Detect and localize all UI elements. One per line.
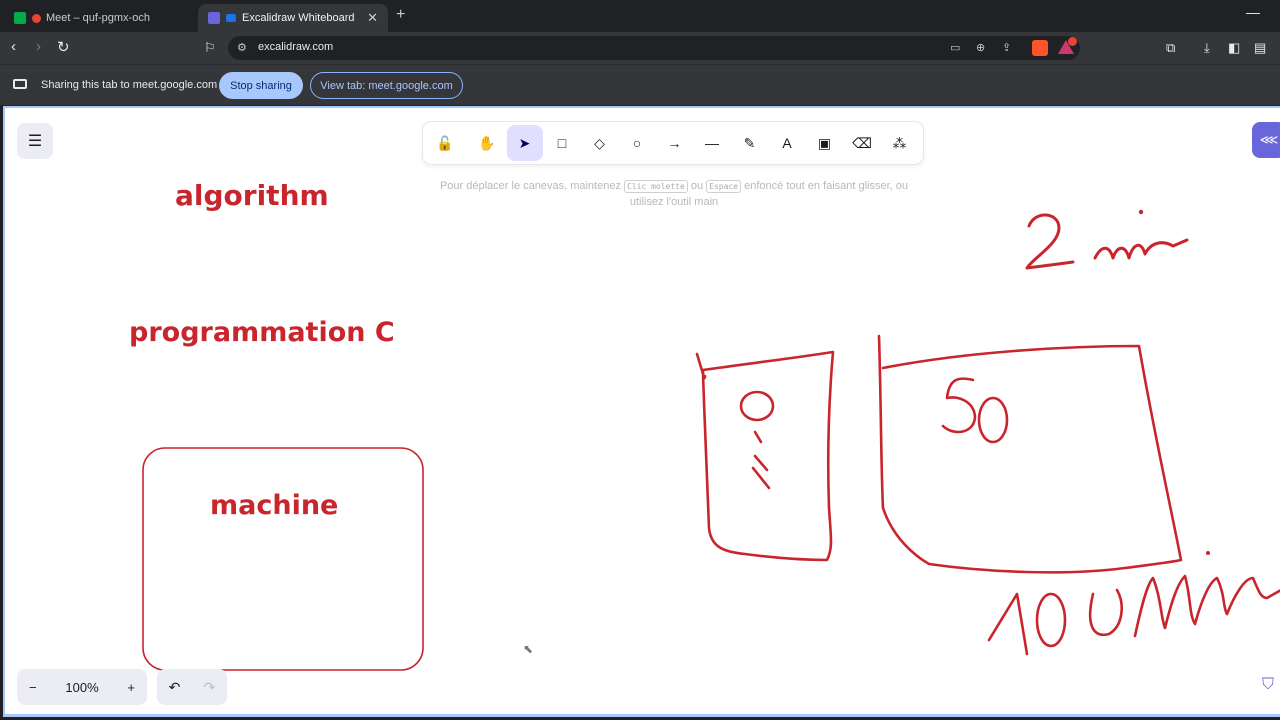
main-menu-button[interactable]: ☰ xyxy=(17,123,53,159)
sharing-indicator-icon xyxy=(226,14,236,22)
zoom-controls: − 100% + xyxy=(17,669,147,705)
mouse-cursor-icon: ⬉ xyxy=(523,642,534,656)
new-tab-button[interactable]: + xyxy=(396,6,405,24)
tab-excalidraw[interactable]: Excalidraw Whiteboard ✕ xyxy=(198,4,388,32)
tool-draw[interactable]: ✎ xyxy=(732,125,768,161)
square-icon: □ xyxy=(557,135,567,151)
left-shape xyxy=(695,350,835,562)
tab-title: Meet – quf-pgmx-och xyxy=(46,12,150,24)
canvas-hint: Pour déplacer le canevas, maintenez Clic… xyxy=(425,178,923,210)
zoom-in-button[interactable]: + xyxy=(127,680,135,695)
reload-button[interactable]: ↻ xyxy=(57,38,70,56)
machine-box xyxy=(142,447,424,671)
screen-share-icon xyxy=(13,79,27,89)
hand-icon: ✋ xyxy=(478,134,496,151)
share-icon: ⋘ xyxy=(1259,132,1279,147)
collaborate-button[interactable]: ⋘ xyxy=(1252,122,1280,158)
tool-lock[interactable]: 🔓 xyxy=(427,125,463,161)
handwriting-0b xyxy=(1088,588,1123,637)
tab-strip: Meet – quf-pgmx-och Excalidraw Whiteboar… xyxy=(0,0,1280,32)
undo-redo-controls: ↶ ↷ xyxy=(157,669,227,705)
recording-icon xyxy=(32,13,41,23)
handwriting-0a xyxy=(1035,592,1067,648)
zoom-out-button[interactable]: − xyxy=(29,680,37,695)
hint-key-space: Espace xyxy=(706,180,742,193)
brave-shields-icon[interactable] xyxy=(1032,40,1048,56)
shape-toolbar: 🔓 ✋ ➤ □ ◇ ○ → — ✎ A ▣ ⌫ ⁂ xyxy=(423,122,923,164)
forward-button[interactable]: › xyxy=(36,38,41,55)
handwriting-mi xyxy=(1093,238,1189,260)
diamond-icon: ◇ xyxy=(594,134,605,151)
tool-rectangle[interactable]: □ xyxy=(544,125,580,161)
address-bar[interactable]: ⚙ excalidraw.com ▭ ⊕ ⇪ xyxy=(228,36,1080,60)
pointer-icon: ➤ xyxy=(518,134,531,151)
tab-sharing-bar: Sharing this tab to meet.google.com Stop… xyxy=(0,64,1280,105)
cast-icon[interactable]: ▭ xyxy=(950,41,960,54)
handwriting-dot2 xyxy=(1206,551,1210,555)
pencil-icon: ✎ xyxy=(743,134,756,151)
download-icon[interactable]: ⤓ xyxy=(1204,40,1210,56)
browser-toolbar: ‹ › ↻ ⚐ ⚙ excalidraw.com ▭ ⊕ ⇪ ⧉ ⤓ ◧ ▤ xyxy=(0,32,1280,64)
hint-text: ou xyxy=(687,180,707,192)
tool-extra-tools[interactable]: ⁂ xyxy=(882,125,918,161)
line-icon: — xyxy=(705,135,719,151)
tool-ellipse[interactable]: ○ xyxy=(619,125,655,161)
close-icon[interactable]: ✕ xyxy=(367,10,378,26)
stop-sharing-button[interactable]: Stop sharing xyxy=(219,72,303,99)
handwriting-2 xyxy=(1025,213,1075,270)
handwriting-mm xyxy=(1133,574,1280,638)
board-text-programmation: programmation C xyxy=(129,317,395,348)
handwriting-1 xyxy=(987,592,1029,656)
handwriting-stroke1 xyxy=(753,430,763,444)
zoom-level[interactable]: 100% xyxy=(65,680,98,695)
sidebar-icon[interactable]: ◧ xyxy=(1228,40,1240,56)
tool-arrow[interactable]: → xyxy=(657,125,693,161)
bookmark-icon[interactable]: ⚐ xyxy=(204,40,216,56)
minimize-button[interactable]: — xyxy=(1246,4,1260,20)
wallet-icon[interactable]: ▤ xyxy=(1254,40,1266,56)
tool-selection[interactable]: ➤ xyxy=(506,125,543,161)
eraser-icon: ⌫ xyxy=(852,134,872,151)
view-tab-button[interactable]: View tab: meet.google.com xyxy=(310,72,463,99)
site-settings-icon[interactable]: ⚙ xyxy=(237,41,247,54)
notification-badge xyxy=(1068,37,1077,46)
handwriting-0 xyxy=(977,396,1009,444)
arrow-icon: → xyxy=(667,135,682,151)
right-shape xyxy=(877,334,1183,574)
excalidraw-canvas[interactable]: algorithm programmation C machine ☰ 🔓 ✋ ➤ □… xyxy=(3,106,1280,717)
tab-meet[interactable]: Meet – quf-pgmx-och xyxy=(4,4,194,32)
url-text: excalidraw.com xyxy=(258,41,334,53)
shapes-icon: ⁂ xyxy=(892,134,907,151)
lock-icon: 🔓 xyxy=(436,134,454,151)
redo-button[interactable]: ↷ xyxy=(204,679,216,696)
share-icon[interactable]: ⇪ xyxy=(1002,41,1011,54)
screenshot-icon[interactable]: ⧉ xyxy=(1166,40,1175,56)
tool-diamond[interactable]: ◇ xyxy=(582,125,618,161)
tool-line[interactable]: — xyxy=(694,125,730,161)
sharing-message: Sharing this tab to meet.google.com xyxy=(41,79,218,91)
text-icon: A xyxy=(782,135,792,151)
handwriting-5 xyxy=(941,377,977,434)
image-icon: ▣ xyxy=(817,134,832,151)
handwriting-stroke2 xyxy=(753,454,769,472)
tool-hand[interactable]: ✋ xyxy=(469,125,505,161)
hamburger-icon: ☰ xyxy=(27,133,43,150)
undo-button[interactable]: ↶ xyxy=(169,679,181,696)
tool-image[interactable]: ▣ xyxy=(807,125,843,161)
zoom-icon[interactable]: ⊕ xyxy=(976,41,985,54)
excalidraw-icon xyxy=(208,12,220,24)
shield-check-icon[interactable]: ⛉ xyxy=(1262,676,1274,694)
tab-title: Excalidraw Whiteboard xyxy=(242,12,355,24)
board-text-algorithm: algorithm xyxy=(175,179,329,212)
hint-key-middle-click: Clic molette xyxy=(624,180,688,193)
back-button[interactable]: ‹ xyxy=(11,38,16,55)
handwriting-o xyxy=(739,390,775,422)
tool-eraser[interactable]: ⌫ xyxy=(844,125,880,161)
hint-text: Pour déplacer le canevas, maintenez xyxy=(439,180,625,192)
board-text-machine: machine xyxy=(210,490,338,521)
handwriting-dot xyxy=(1138,209,1144,215)
circle-icon: ○ xyxy=(632,135,642,151)
meet-icon xyxy=(14,12,26,24)
tool-text[interactable]: A xyxy=(769,125,805,161)
